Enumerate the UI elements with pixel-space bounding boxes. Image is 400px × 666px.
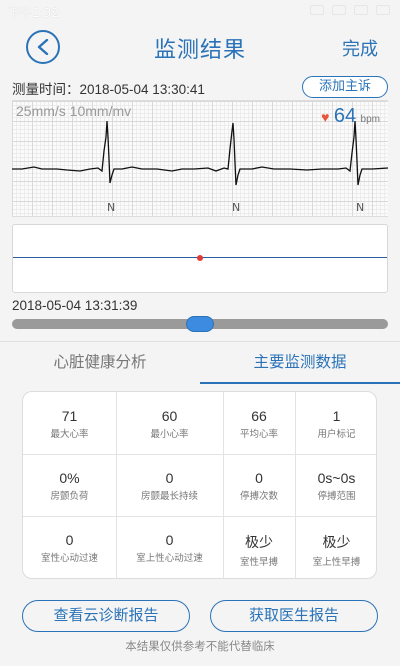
get-doctor-report-button[interactable]: 获取医生报告 bbox=[210, 600, 378, 632]
stat-label: 用户标记 bbox=[317, 429, 356, 440]
stat-label: 房颤负荷 bbox=[50, 491, 89, 502]
done-button[interactable]: 完成 bbox=[342, 35, 378, 61]
stat-cell: 71 最大心率 bbox=[23, 392, 116, 454]
stat-value: 极少 bbox=[322, 534, 351, 550]
timeline-timestamp: 2018-05-04 13:31:39 bbox=[12, 298, 138, 313]
stat-cell: 0 室性心动过速 bbox=[23, 516, 116, 578]
status-time: 下午1:32 bbox=[8, 6, 59, 20]
ecg-waveform bbox=[12, 120, 388, 186]
stat-label: 室性心动过速 bbox=[40, 553, 98, 564]
stat-cell: 0 室上性心动过速 bbox=[116, 516, 223, 578]
battery-icon bbox=[376, 5, 390, 15]
stat-cell: 极少 室上性早搏 bbox=[295, 516, 376, 578]
stat-value: 0 bbox=[255, 470, 263, 486]
stat-label: 最大心率 bbox=[50, 429, 89, 440]
stat-value: 0% bbox=[59, 470, 80, 486]
stat-cell: 0% 房颤负荷 bbox=[23, 454, 116, 516]
stat-cell: 1 用户标记 bbox=[295, 392, 376, 454]
stat-cell: 0s~0s 停搏范围 bbox=[295, 454, 376, 516]
stat-value: 0 bbox=[165, 470, 174, 486]
tab-heart-health-analysis[interactable]: 心脏健康分析 bbox=[0, 342, 200, 384]
view-cloud-report-button[interactable]: 查看云诊断报告 bbox=[22, 600, 190, 632]
beat-label: N bbox=[107, 201, 116, 214]
stat-label: 停搏次数 bbox=[239, 491, 278, 502]
stat-cell: 60 最小心率 bbox=[116, 392, 223, 454]
timeline-slider[interactable] bbox=[12, 316, 388, 332]
stats-grid: 71 最大心率 60 最小心率 66 平均心率 1 用户标记 0% 房颤负荷 0… bbox=[22, 391, 377, 579]
ecg-strip: 25mm/s 10mm/mv ♥ 64 bpm N N N bbox=[12, 100, 388, 217]
add-complaint-button[interactable]: 添加主诉 bbox=[302, 76, 388, 98]
status-bar: 下午1:32 bbox=[0, 0, 400, 24]
stat-value: 71 bbox=[61, 408, 78, 424]
current-position-marker bbox=[197, 255, 203, 261]
stat-label: 室上性早搏 bbox=[312, 557, 361, 568]
status-icons bbox=[310, 5, 390, 15]
beat-label: N bbox=[356, 201, 365, 214]
tab-main-monitoring-data[interactable]: 主要监测数据 bbox=[200, 342, 400, 384]
stat-value: 60 bbox=[161, 408, 178, 424]
stat-value: 0 bbox=[65, 532, 74, 548]
stat-label: 最小心率 bbox=[150, 429, 189, 440]
wifi-icon bbox=[332, 5, 346, 15]
measure-row: 测量时间：2018-05-04 13:30:41 添加主诉 bbox=[12, 76, 388, 98]
stat-label: 室上性心动过速 bbox=[136, 553, 203, 564]
stat-label: 室性早搏 bbox=[239, 557, 278, 568]
stat-value: 极少 bbox=[245, 534, 273, 550]
trend-overview[interactable] bbox=[12, 224, 388, 293]
mail-icon bbox=[354, 5, 368, 15]
signal-icon bbox=[310, 5, 324, 15]
stat-cell: 0 停搏次数 bbox=[223, 454, 295, 516]
stat-value: 66 bbox=[251, 408, 267, 424]
disclaimer-text: 本结果仅供参考不能代替临床 bbox=[125, 639, 275, 653]
stat-label: 停搏范围 bbox=[317, 491, 356, 502]
stat-value: 0s~0s bbox=[317, 470, 356, 486]
header: 监测结果 完成 bbox=[0, 24, 400, 70]
stat-label: 房颤最长持续 bbox=[140, 491, 198, 502]
stat-value: 0 bbox=[165, 532, 174, 548]
slider-thumb[interactable] bbox=[186, 316, 214, 332]
stat-value: 1 bbox=[332, 408, 341, 424]
stat-label: 平均心率 bbox=[239, 429, 278, 440]
stat-cell: 极少 室性早搏 bbox=[223, 516, 295, 578]
stat-cell: 66 平均心率 bbox=[223, 392, 295, 454]
page-title: 监测结果 bbox=[153, 38, 246, 63]
beat-label: N bbox=[232, 201, 241, 214]
tab-bar: 心脏健康分析 主要监测数据 bbox=[0, 341, 400, 384]
measure-time: 测量时间：2018-05-04 13:30:41 bbox=[12, 82, 205, 97]
stat-cell: 0 房颤最长持续 bbox=[116, 454, 223, 516]
